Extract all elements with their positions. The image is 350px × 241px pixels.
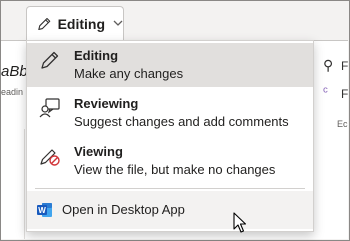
styles-gallery-sample[interactable]: aBb xyxy=(1,63,28,80)
styles-gallery-caption: eadin xyxy=(1,87,24,97)
ribbon-group-caption: Ec xyxy=(337,119,348,129)
menu-item-viewing[interactable]: Viewing View the file, but make no chang… xyxy=(27,139,313,183)
editing-mode-button[interactable]: Editing xyxy=(26,6,124,40)
editing-mode-menu: Editing Make any changes Reviewing Sugge… xyxy=(26,40,314,232)
menu-item-description: Suggest changes and add comments xyxy=(74,114,289,129)
ribbon-right-label-2: F xyxy=(341,87,349,101)
replace-icon[interactable]: ᶜ xyxy=(323,83,328,99)
menu-item-title: Editing xyxy=(74,48,119,63)
search-icon[interactable]: ⚲ xyxy=(323,57,333,74)
reviewer-icon xyxy=(39,98,60,118)
pencil-icon xyxy=(38,17,51,30)
menu-item-description: View the file, but make no changes xyxy=(74,162,276,177)
menu-item-reviewing[interactable]: Reviewing Suggest changes and add commen… xyxy=(27,91,313,135)
open-in-desktop-app-label: Open in Desktop App xyxy=(62,202,185,217)
word-app-icon: W xyxy=(37,203,52,217)
menu-item-editing[interactable]: Editing Make any changes xyxy=(27,43,313,87)
mouse-cursor-icon xyxy=(233,212,247,233)
menu-item-title: Reviewing xyxy=(74,96,139,111)
menu-item-title: Viewing xyxy=(74,144,123,159)
pencil-icon xyxy=(41,51,59,69)
menu-divider xyxy=(35,188,305,189)
editing-mode-label: Editing xyxy=(57,15,105,32)
menu-item-description: Make any changes xyxy=(74,66,184,81)
svg-text:W: W xyxy=(38,206,46,215)
document-margin-line xyxy=(24,129,25,239)
ribbon-right-label-1: F xyxy=(341,59,349,73)
pencil-blocked-icon xyxy=(40,149,60,166)
open-in-desktop-app-button[interactable]: W Open in Desktop App xyxy=(27,191,313,229)
chevron-down-icon xyxy=(113,18,123,30)
